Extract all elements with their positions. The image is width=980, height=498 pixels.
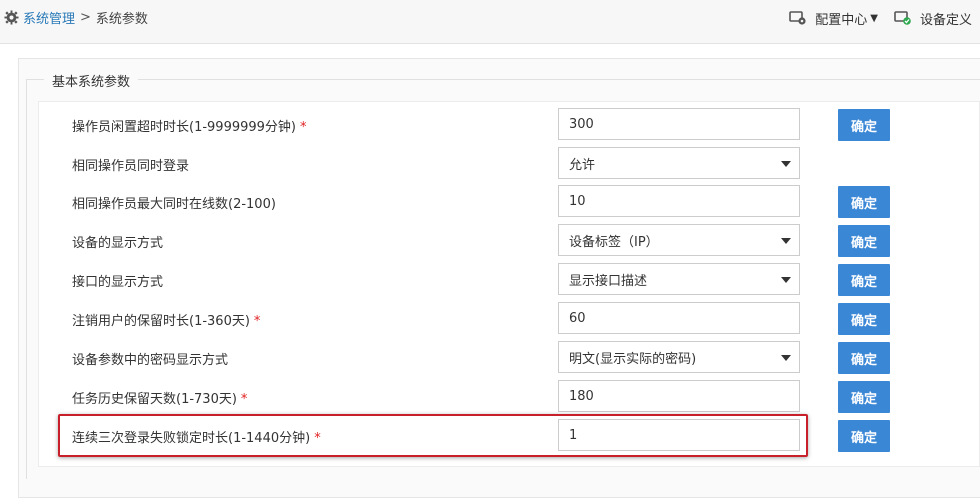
- row-label: 设备的显示方式: [72, 236, 164, 251]
- dropdown-arrow-icon: [781, 277, 791, 283]
- form-row: 相同操作员最大同时在线数(2-100) 10 确定: [0, 185, 980, 219]
- form-row: 操作员闲置超时时长(1-9999999分钟) * 300 确定: [0, 108, 980, 142]
- highlight-annotation-box: [58, 414, 808, 457]
- section-title: 基本系统参数: [44, 71, 139, 90]
- confirm-button[interactable]: 确定: [838, 186, 890, 218]
- breadcrumb-separator: >: [80, 9, 91, 25]
- form-row: 设备的显示方式 设备标签（IP） 确定: [0, 224, 980, 258]
- confirm-button[interactable]: 确定: [838, 303, 890, 335]
- config-center-label: 配置中心: [815, 12, 868, 28]
- config-center-menu[interactable]: 配置中心 ▼: [789, 9, 878, 28]
- breadcrumb-link-system-management[interactable]: 系统管理: [23, 8, 75, 27]
- gear-icon: [4, 9, 19, 25]
- dropdown-arrow-icon: [781, 161, 791, 167]
- row-label: 相同操作员同时登录: [72, 159, 190, 174]
- row-label: 注销用户的保留时长(1-360天) *: [72, 314, 261, 329]
- confirm-button[interactable]: 确定: [838, 381, 890, 413]
- row-label: 设备参数中的密码显示方式: [72, 353, 229, 368]
- dropdown-arrow-icon: [781, 238, 791, 244]
- password-display-select[interactable]: 明文(显示实际的密码): [558, 341, 800, 373]
- device-define-icon: [894, 11, 911, 25]
- form-row: 接口的显示方式 显示接口描述 确定: [0, 263, 980, 297]
- select-value: 允许: [569, 157, 596, 173]
- config-gear-icon: [789, 11, 806, 25]
- breadcrumb-current: 系统参数: [95, 11, 148, 27]
- idle-timeout-input[interactable]: 300: [558, 108, 800, 140]
- breadcrumb: 系统管理 > 系统参数: [4, 8, 148, 27]
- form-row: 任务历史保留天数(1-730天) * 180 确定: [0, 380, 980, 414]
- row-label: 相同操作员最大同时在线数(2-100): [72, 197, 276, 212]
- confirm-button[interactable]: 确定: [838, 225, 890, 257]
- device-definition-button[interactable]: 设备定义: [894, 9, 972, 28]
- row-label: 任务历史保留天数(1-730天) *: [72, 392, 248, 407]
- max-online-input[interactable]: 10: [558, 185, 800, 217]
- row-label: 接口的显示方式: [72, 275, 164, 290]
- confirm-button[interactable]: 确定: [838, 264, 890, 296]
- device-display-select[interactable]: 设备标签（IP）: [558, 224, 800, 256]
- form-row: 设备参数中的密码显示方式 明文(显示实际的密码) 确定: [0, 341, 980, 375]
- interface-display-select[interactable]: 显示接口描述: [558, 263, 800, 295]
- required-mark: *: [240, 392, 248, 407]
- toolbar: 配置中心 ▼ 设备定义: [773, 8, 972, 28]
- required-mark: *: [253, 314, 261, 329]
- select-value: 显示接口描述: [569, 273, 648, 289]
- confirm-button[interactable]: 确定: [838, 420, 890, 452]
- chevron-down-icon: ▼: [870, 12, 878, 24]
- form-row: 相同操作员同时登录 允许: [0, 147, 980, 181]
- dropdown-arrow-icon: [781, 355, 791, 361]
- select-value: 设备标签（IP）: [569, 234, 659, 250]
- deregistered-user-retention-input[interactable]: 60: [558, 302, 800, 334]
- task-history-retention-input[interactable]: 180: [558, 380, 800, 412]
- confirm-button[interactable]: 确定: [838, 342, 890, 374]
- confirm-button[interactable]: 确定: [838, 109, 890, 141]
- form-row: 注销用户的保留时长(1-360天) * 60 确定: [0, 302, 980, 336]
- required-mark: *: [300, 120, 307, 135]
- row-label: 操作员闲置超时时长(1-9999999分钟) *: [72, 120, 307, 135]
- concurrent-login-select[interactable]: 允许: [558, 147, 800, 179]
- top-bar: 系统管理 > 系统参数 配置中心 ▼ 设备定义: [0, 0, 980, 44]
- select-value: 明文(显示实际的密码): [569, 351, 697, 367]
- device-definition-label: 设备定义: [919, 12, 972, 28]
